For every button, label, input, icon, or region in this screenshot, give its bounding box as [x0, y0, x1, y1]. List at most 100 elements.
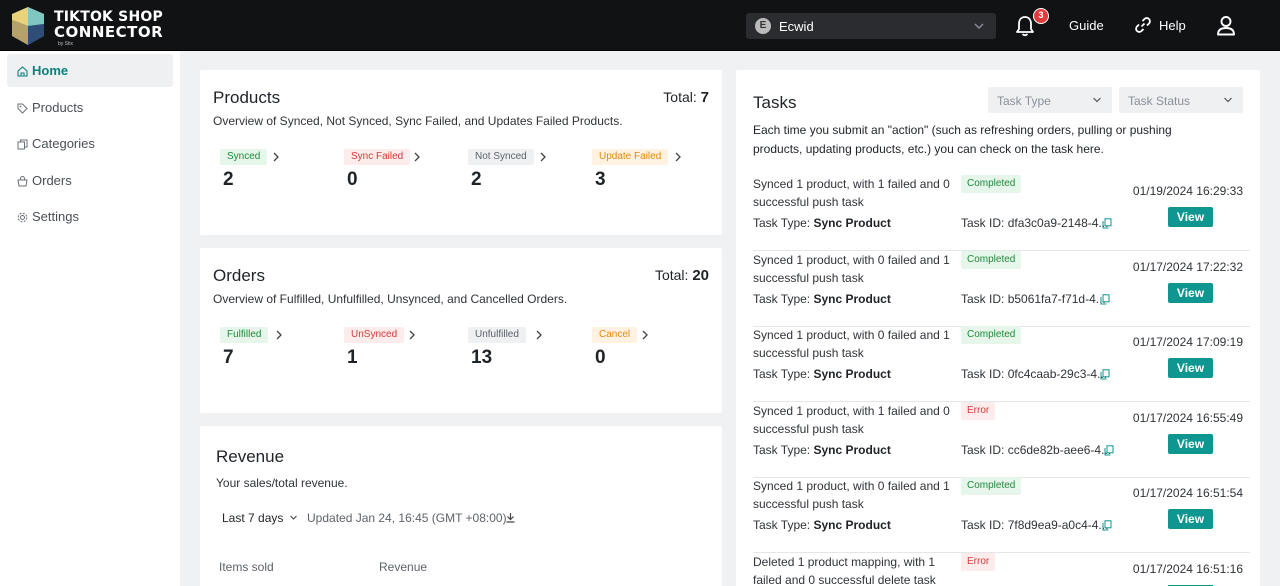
help-link[interactable]: Help — [1159, 18, 1186, 33]
view-button[interactable]: View — [1168, 207, 1213, 227]
stat-fulfilled[interactable]: Fulfilled 7 — [220, 327, 330, 377]
status-badge: Completed — [961, 175, 1022, 193]
sidebar-item-products[interactable]: Products — [7, 91, 173, 124]
chevron-right-icon — [414, 152, 420, 162]
task-status-placeholder: Task Status — [1128, 94, 1191, 108]
view-button[interactable]: View — [1168, 283, 1213, 303]
task-type: Task Type: Sync Product — [753, 367, 891, 381]
task-type: Task Type: Sync Product — [753, 292, 891, 306]
download-icon[interactable] — [505, 512, 516, 523]
revenue-card: Revenue Your sales/total revenue. Last 7… — [200, 426, 722, 586]
sync-failed-count: 0 — [347, 169, 358, 190]
orders-subtitle: Overview of Fulfilled, Unfulfilled, Unsy… — [213, 292, 568, 306]
task-type-value: Sync Product — [813, 292, 891, 306]
stat-not-synced[interactable]: Not Synced 2 — [468, 149, 578, 199]
unsynced-count: 1 — [347, 347, 358, 368]
sidebar-item-orders[interactable]: Orders — [7, 164, 173, 197]
task-summary: Synced 1 product, with 0 failed and 1 su… — [753, 253, 950, 285]
copy-icon[interactable] — [1100, 369, 1110, 380]
copy-icon[interactable] — [1104, 445, 1114, 456]
task-row: Deleted 1 product mapping, with 1 failed… — [753, 553, 1250, 586]
orders-total-value: 20 — [692, 267, 709, 284]
guide-link[interactable]: Guide — [1069, 18, 1104, 33]
logo-text: TIKTOK SHOP CONNECTOR — [54, 10, 163, 40]
orders-total-label: Total: — [654, 267, 689, 283]
task-type-label: Task Type: — [753, 292, 811, 306]
sidebar-item-settings[interactable]: Settings — [7, 200, 173, 233]
sidebar-item-label: Orders — [32, 173, 72, 188]
not-synced-tag: Not Synced — [468, 149, 534, 165]
chevron-right-icon — [273, 152, 279, 162]
task-row: Synced 1 product, with 1 failed and 0 su… — [753, 402, 1250, 478]
chevron-down-icon — [974, 23, 984, 29]
stat-update-failed[interactable]: Update Failed 3 — [592, 149, 702, 199]
task-type-label: Task Type: — [753, 367, 811, 381]
user-icon[interactable] — [1216, 15, 1236, 36]
stat-unsynced[interactable]: UnSynced 1 — [344, 327, 454, 377]
copy-icon[interactable] — [1102, 520, 1112, 531]
synced-count: 2 — [223, 169, 234, 190]
task-summary: Synced 1 product, with 1 failed and 0 su… — [753, 404, 950, 436]
task-type-label: Task Type: — [753, 443, 811, 457]
task-id: Task ID: dfa3c0a9-2148-4... — [961, 216, 1108, 230]
chevron-down-icon — [289, 515, 297, 520]
status-badge: Error — [961, 553, 996, 571]
task-id: Task ID: 7f8d9ea9-a0c4-4... — [961, 518, 1108, 532]
logo-mark-icon — [12, 7, 44, 45]
status-badge: Completed — [961, 477, 1022, 495]
view-button[interactable]: View — [1168, 434, 1213, 454]
task-type: Task Type: Sync Product — [753, 518, 891, 532]
tag-icon — [17, 103, 28, 114]
stat-synced[interactable]: Synced 2 — [220, 149, 330, 199]
synced-tag: Synced — [220, 149, 268, 165]
task-date: 01/17/2024 17:09:19 — [1132, 335, 1243, 349]
task-type-label: Task Type: — [753, 216, 811, 230]
products-total-label: Total: — [663, 89, 697, 105]
products-subtitle: Overview of Synced, Not Synced, Sync Fai… — [213, 114, 623, 128]
chevron-right-icon — [642, 330, 648, 340]
task-id: Task ID: 0fc4caab-29c3-4... — [961, 367, 1107, 381]
fulfilled-tag: Fulfilled — [220, 327, 269, 343]
sidebar-item-categories[interactable]: Categories — [7, 127, 173, 160]
stat-cancel[interactable]: Cancel 0 — [592, 327, 702, 377]
task-status-select[interactable]: Task Status — [1119, 87, 1243, 113]
link-icon[interactable] — [1134, 16, 1152, 34]
task-type-value: Sync Product — [813, 216, 891, 230]
task-type-value: Sync Product — [813, 443, 891, 457]
view-button[interactable]: View — [1168, 509, 1213, 529]
task-date: 01/17/2024 17:22:32 — [1132, 260, 1243, 274]
sidebar-item-label: Home — [32, 63, 69, 78]
copy-icon[interactable] — [1100, 294, 1110, 305]
date-range-dropdown[interactable]: Last 7 days — [222, 511, 298, 525]
sidebar-item-label: Settings — [32, 209, 79, 224]
status-badge: Error — [961, 402, 996, 420]
home-icon — [17, 66, 28, 77]
task-type: Task Type: Sync Product — [753, 443, 891, 457]
sidebar: Home Products Categories Orders Settings — [0, 51, 180, 586]
view-button[interactable]: View — [1168, 358, 1213, 378]
revenue-title: Revenue — [216, 447, 285, 466]
task-date: 01/17/2024 16:55:49 — [1132, 411, 1243, 425]
revenue-subtitle: Your sales/total revenue. — [216, 476, 348, 490]
fulfilled-count: 7 — [223, 347, 234, 368]
revenue-header: Revenue — [379, 560, 428, 574]
stat-sync-failed[interactable]: Sync Failed 0 — [344, 149, 454, 199]
task-id-label: Task ID: — [961, 216, 1005, 230]
sidebar-item-home[interactable]: Home — [7, 54, 173, 87]
store-avatar: E — [755, 18, 771, 34]
stat-unfulfilled[interactable]: Unfulfilled 13 — [468, 327, 578, 377]
task-type-placeholder: Task Type — [997, 94, 1051, 108]
task-id-value: b5061fa7-f71d-4... — [1007, 292, 1106, 306]
task-id-value: 0fc4caab-29c3-4... — [1007, 367, 1108, 381]
bell-icon[interactable] — [1015, 15, 1035, 37]
app-logo[interactable]: TIKTOK SHOP CONNECTOR by Stix — [6, 5, 163, 47]
copy-icon[interactable] — [1102, 218, 1112, 229]
update-failed-tag: Update Failed — [592, 149, 669, 165]
store-selector[interactable]: E Ecwid — [746, 13, 996, 39]
task-summary: Synced 1 product, with 1 failed and 0 su… — [753, 177, 950, 209]
tasks-description: Each time you submit an "action" (such a… — [753, 123, 1172, 156]
unfulfilled-count: 13 — [471, 347, 493, 368]
revenue-updated: Updated Jan 24, 16:45 (GMT +08:00) — [307, 511, 507, 525]
unsynced-tag: UnSynced — [344, 327, 405, 343]
task-type-select[interactable]: Task Type — [988, 87, 1112, 113]
